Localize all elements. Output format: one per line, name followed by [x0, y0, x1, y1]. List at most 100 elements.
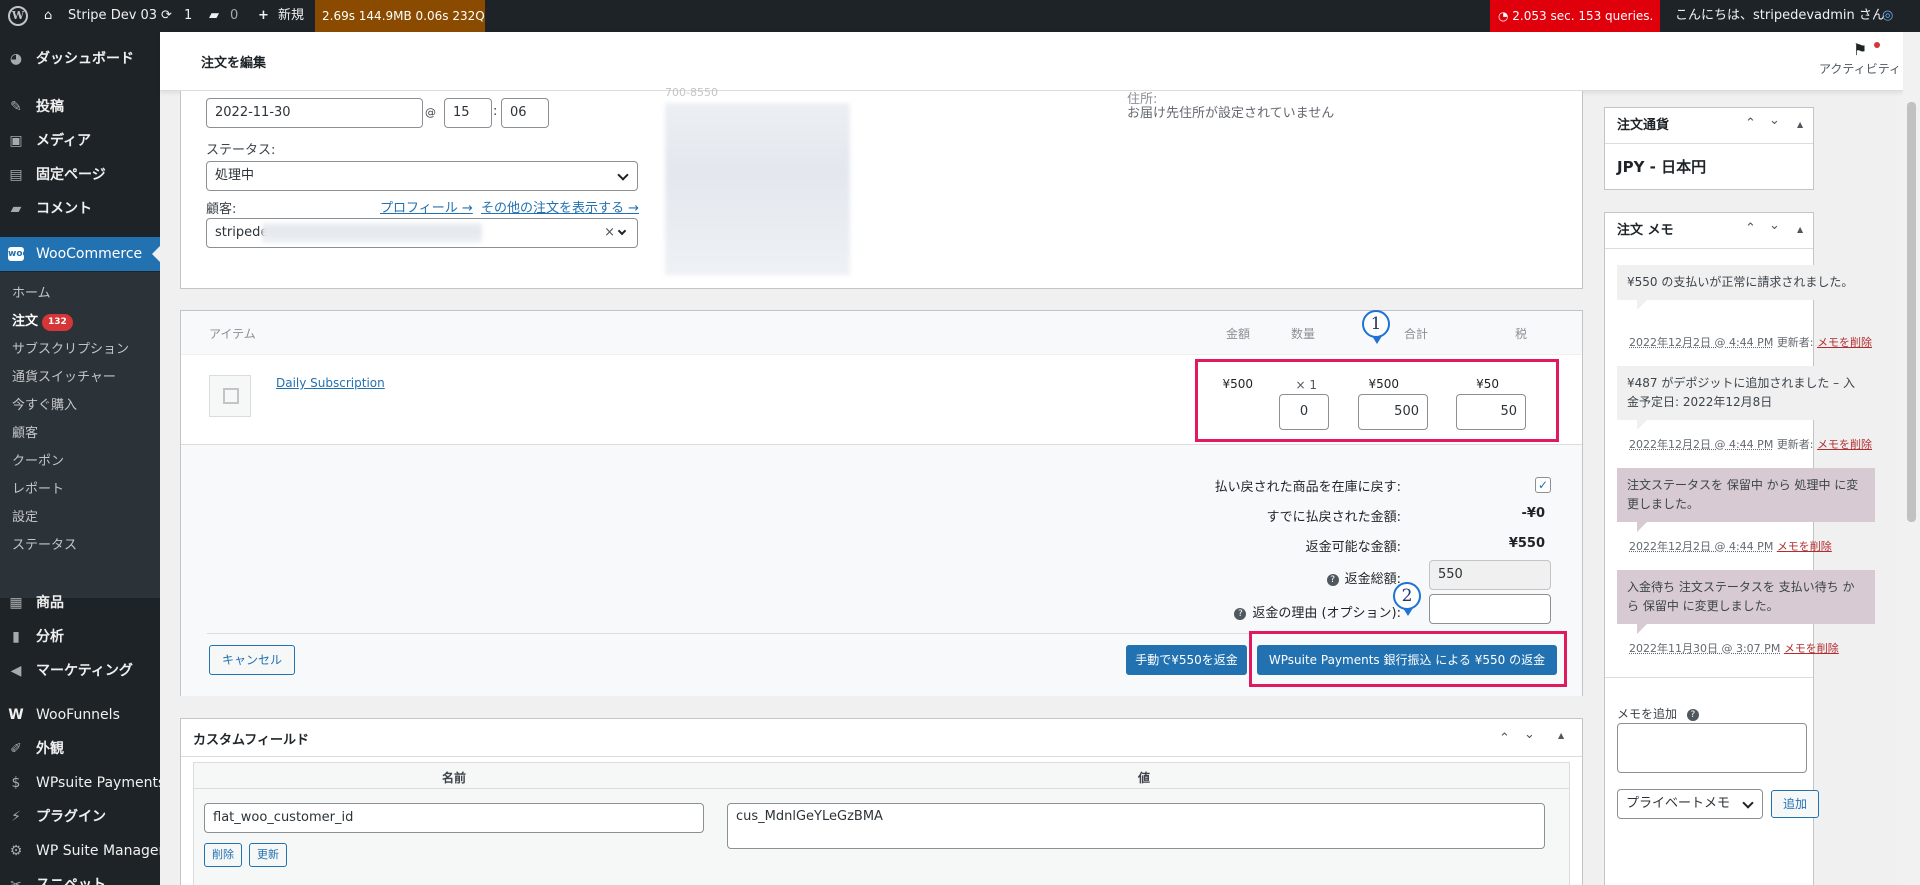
submenu-coupons[interactable]: クーポン [12, 450, 64, 469]
menu-media[interactable]: ▣ メディア [0, 124, 160, 158]
customer-select[interactable]: stripede × [206, 218, 638, 248]
view-other-orders-link[interactable]: その他の注文を表示する → [481, 197, 639, 216]
activity-button[interactable]: ⚑ アクティビティ [1810, 40, 1910, 77]
submenu-home[interactable]: ホーム [12, 282, 51, 301]
note-type-select[interactable]: プライベートメモ [1617, 789, 1763, 819]
help-icon[interactable]: ? [1687, 709, 1699, 721]
submenu-buy-now[interactable]: 今すぐ購入 [12, 394, 77, 413]
order-date-input[interactable]: 2022-11-30 [206, 98, 423, 128]
shipping-address-empty: お届け先住所が設定されていません [1127, 102, 1334, 121]
menu-appearance[interactable]: ✐ 外観 [0, 732, 160, 766]
delete-meta-button[interactable]: 削除 [204, 843, 242, 867]
menu-comments[interactable]: ▰ コメント [0, 192, 160, 226]
new-content-icon[interactable]: + [258, 0, 269, 32]
order-notes-title: 注文 メモ [1605, 213, 1813, 249]
updates-count[interactable]: 1 [184, 0, 192, 32]
delete-note-link[interactable]: メモを削除 [1777, 540, 1832, 553]
woo-icon: woo [8, 247, 24, 261]
help-icon[interactable]: ? [1327, 574, 1339, 586]
toggle-panel-icon[interactable]: ▲ [1797, 225, 1803, 234]
menu-label: プラグイン [36, 809, 106, 825]
add-note-button[interactable]: 追加 [1771, 790, 1819, 818]
submenu-status[interactable]: ステータス [12, 534, 77, 553]
move-down-icon[interactable]: ⌄ [1769, 113, 1780, 128]
refund-amount-input[interactable]: 550 [1429, 560, 1551, 590]
submenu-subscriptions[interactable]: サブスクリプション [12, 338, 129, 357]
comments-icon[interactable]: ▰ [209, 0, 219, 32]
refund-reason-label: ? 返金の理由 (オプション): [1001, 602, 1401, 621]
menu-woocommerce[interactable]: woo WooCommerce [0, 237, 160, 271]
account-greeting[interactable]: こんにちは、stripedevadmin さん [1675, 0, 1885, 32]
submenu-reports[interactable]: レポート [12, 478, 64, 497]
clear-selection-icon[interactable]: × [604, 219, 615, 247]
gauge-icon: ◕ [8, 51, 24, 67]
refund-reason-input[interactable] [1429, 594, 1551, 624]
notes-divider [1605, 677, 1813, 678]
menu-label: メディア [36, 133, 91, 149]
scrollbar-thumb[interactable] [1907, 102, 1916, 522]
customer-profile-link[interactable]: プロフィール → [380, 197, 473, 216]
query-monitor-stats[interactable]: 2.69s 144.9MB 0.06s 232Q [315, 0, 485, 32]
order-note-system: 注文ステータスを 保留中 から 処理中 に変更しました。 [1617, 468, 1875, 522]
menu-label: WooFunnels [36, 707, 120, 723]
note-date: 2022年12月2日 @ 4:44 PM [1629, 336, 1773, 349]
move-down-icon[interactable]: ⌄ [1524, 727, 1535, 742]
delete-note-link[interactable]: メモを削除 [1817, 438, 1872, 451]
col-value-header: 値 [1138, 769, 1150, 786]
menu-posts[interactable]: ✎ 投稿 [0, 90, 160, 124]
move-up-icon[interactable]: ⌃ [1745, 221, 1756, 236]
help-icon[interactable]: ? [1234, 608, 1246, 620]
restock-checkbox[interactable]: ✓ [1535, 477, 1551, 493]
meta-key-input[interactable]: flat_woo_customer_id [204, 803, 704, 833]
page-scrollbar[interactable] [1903, 32, 1920, 885]
menu-pages[interactable]: ▤ 固定ページ [0, 158, 160, 192]
add-note-textarea[interactable] [1617, 723, 1807, 773]
submenu-settings[interactable]: 設定 [12, 506, 38, 525]
toggle-panel-icon[interactable]: ▲ [1797, 120, 1803, 129]
wordpress-logo-icon[interactable]: W [8, 6, 28, 26]
scissors-icon: ✂ [8, 877, 24, 885]
orders-count-badge: 132 [42, 314, 73, 331]
comments-count[interactable]: 0 [230, 0, 238, 32]
menu-plugins[interactable]: ⚡ プラグイン [0, 800, 160, 834]
product-name-link[interactable]: Daily Subscription [276, 376, 385, 390]
order-status-select[interactable]: 処理中 [206, 161, 638, 191]
submenu-customers[interactable]: 顧客 [12, 422, 38, 441]
order-minute-input[interactable]: 06 [501, 98, 549, 128]
time-colon: : [493, 104, 497, 119]
order-hour-input[interactable]: 15 [444, 98, 492, 128]
cancel-button[interactable]: キャンセル [209, 645, 295, 675]
query-monitor-alert[interactable]: ◔ 2.053 sec. 153 queries. [1490, 0, 1660, 32]
custom-fields-title: カスタムフィールド [193, 729, 309, 748]
menu-snippets[interactable]: ✂ スニペット [0, 868, 160, 885]
menu-woofunnels[interactable]: W WooFunnels [0, 698, 160, 732]
update-meta-button[interactable]: 更新 [249, 843, 287, 867]
move-down-icon[interactable]: ⌄ [1769, 218, 1780, 233]
submenu-orders[interactable]: 注文 132 [12, 310, 73, 331]
manual-refund-button[interactable]: 手動で¥550を返金 [1126, 645, 1247, 675]
custom-fields-header [181, 719, 1582, 757]
new-content-link[interactable]: 新規 [278, 0, 304, 32]
items-col-total: 合計 [1404, 325, 1428, 342]
items-col-tax: 税 [1515, 325, 1527, 342]
delete-note-link[interactable]: メモを削除 [1784, 642, 1839, 655]
move-up-icon[interactable]: ⌃ [1499, 731, 1510, 746]
menu-products[interactable]: ▦ 商品 [0, 586, 160, 620]
meta-value-textarea[interactable]: cus_MdnlGeYLeGzBMA [727, 803, 1545, 849]
menu-wpsuite-payments[interactable]: $ WPsuite Payments [0, 766, 160, 800]
highlight-box-gateway-refund [1249, 631, 1567, 687]
product-thumbnail [209, 375, 251, 417]
move-up-icon[interactable]: ⌃ [1745, 116, 1756, 131]
custom-fields-panel: カスタムフィールド ⌃ ⌄ ▲ 名前 値 flat_woo_customer_i… [180, 718, 1583, 885]
menu-dashboard[interactable]: ◕ ダッシュボード [0, 42, 160, 76]
notification-dot [1874, 42, 1880, 48]
site-name-link[interactable]: Stripe Dev 03 [68, 0, 157, 32]
updates-icon[interactable]: ⟳ [161, 0, 172, 32]
toggle-panel-icon[interactable]: ▲ [1558, 731, 1564, 740]
menu-marketing[interactable]: ◀ マーケティング [0, 654, 160, 688]
menu-wp-suite-manager[interactable]: ⚙ WP Suite Manager [0, 834, 160, 868]
avatar[interactable]: ◎ [1882, 0, 1893, 32]
submenu-currency-switcher[interactable]: 通貨スイッチャー [12, 366, 116, 385]
menu-analytics[interactable]: ▮ 分析 [0, 620, 160, 654]
delete-note-link[interactable]: メモを削除 [1817, 336, 1872, 349]
